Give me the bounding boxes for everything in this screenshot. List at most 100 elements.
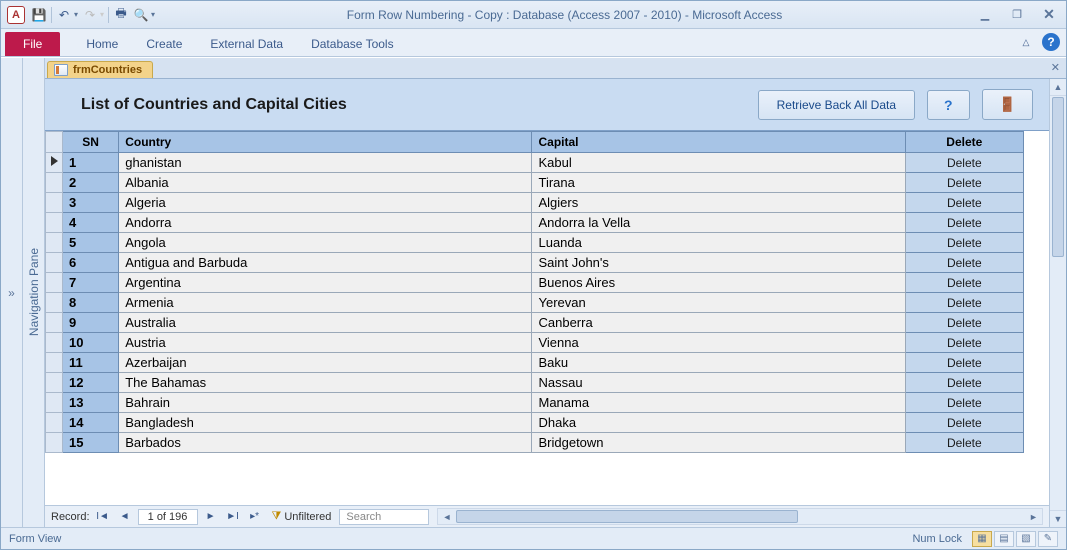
print-preview-icon[interactable]: 🔍 bbox=[133, 7, 149, 23]
record-selector[interactable] bbox=[46, 333, 63, 353]
layout-view-icon[interactable]: ▧ bbox=[1016, 531, 1036, 547]
table-row[interactable]: 14BangladeshDhakaDelete bbox=[46, 413, 1024, 433]
search-input[interactable]: Search bbox=[339, 509, 429, 525]
design-view-icon[interactable]: ✎ bbox=[1038, 531, 1058, 547]
delete-button[interactable]: Delete bbox=[905, 173, 1023, 193]
cell-country[interactable]: Algeria bbox=[119, 193, 532, 213]
filter-indicator[interactable]: ⧩Unfiltered bbox=[272, 510, 332, 523]
cell-capital[interactable]: Canberra bbox=[532, 313, 905, 333]
tab-home[interactable]: Home bbox=[72, 32, 132, 56]
cell-capital[interactable]: Luanda bbox=[532, 233, 905, 253]
navigation-pane[interactable]: Navigation Pane bbox=[23, 58, 45, 527]
cell-country[interactable]: Bahrain bbox=[119, 393, 532, 413]
delete-button[interactable]: Delete bbox=[905, 293, 1023, 313]
nav-pane-toggle[interactable]: » bbox=[1, 58, 23, 527]
print-icon[interactable]: 🖶 bbox=[113, 7, 129, 23]
object-tab-frmcountries[interactable]: frmCountries bbox=[47, 61, 153, 78]
delete-button[interactable]: Delete bbox=[905, 253, 1023, 273]
delete-button[interactable]: Delete bbox=[905, 193, 1023, 213]
form-view-icon[interactable]: ▦ bbox=[972, 531, 992, 547]
delete-button[interactable]: Delete bbox=[905, 153, 1023, 173]
save-icon[interactable]: 💾 bbox=[31, 7, 47, 23]
cell-capital[interactable]: Nassau bbox=[532, 373, 905, 393]
undo-dropdown-icon[interactable]: ▾ bbox=[74, 10, 78, 19]
scroll-thumb[interactable] bbox=[1052, 97, 1064, 257]
cell-country[interactable]: Barbados bbox=[119, 433, 532, 453]
cell-capital[interactable]: Saint John's bbox=[532, 253, 905, 273]
record-selector[interactable] bbox=[46, 433, 63, 453]
cell-country[interactable]: Austria bbox=[119, 333, 532, 353]
nav-first-icon[interactable]: I◄ bbox=[94, 509, 112, 525]
cell-capital[interactable]: Bridgetown bbox=[532, 433, 905, 453]
table-row[interactable]: 6Antigua and BarbudaSaint John'sDelete bbox=[46, 253, 1024, 273]
record-selector[interactable] bbox=[46, 193, 63, 213]
table-row[interactable]: 9AustraliaCanberraDelete bbox=[46, 313, 1024, 333]
column-header-country[interactable]: Country bbox=[119, 132, 532, 153]
tab-database-tools[interactable]: Database Tools bbox=[297, 32, 408, 56]
delete-button[interactable]: Delete bbox=[905, 413, 1023, 433]
cell-capital[interactable]: Baku bbox=[532, 353, 905, 373]
cell-country[interactable]: Antigua and Barbuda bbox=[119, 253, 532, 273]
record-selector[interactable] bbox=[46, 373, 63, 393]
cell-capital[interactable]: Kabul bbox=[532, 153, 905, 173]
delete-button[interactable]: Delete bbox=[905, 353, 1023, 373]
column-header-sn[interactable]: SN bbox=[63, 132, 119, 153]
delete-button[interactable]: Delete bbox=[905, 373, 1023, 393]
record-selector[interactable] bbox=[46, 233, 63, 253]
cell-capital[interactable]: Buenos Aires bbox=[532, 273, 905, 293]
ribbon-minimize-icon[interactable]: △ bbox=[1018, 34, 1034, 50]
cell-capital[interactable]: Algiers bbox=[532, 193, 905, 213]
restore-button[interactable]: ❐ bbox=[1006, 8, 1028, 22]
nav-next-icon[interactable]: ► bbox=[202, 509, 220, 525]
help-icon[interactable]: ? bbox=[1042, 33, 1060, 51]
cell-country[interactable]: Bangladesh bbox=[119, 413, 532, 433]
retrieve-all-button[interactable]: Retrieve Back All Data bbox=[758, 90, 915, 120]
minimize-button[interactable]: ▁ bbox=[974, 8, 996, 22]
tab-external-data[interactable]: External Data bbox=[196, 32, 297, 56]
close-form-button[interactable]: 🚪 bbox=[982, 89, 1033, 120]
vertical-scrollbar[interactable]: ▲ ▼ bbox=[1049, 79, 1066, 527]
record-position[interactable]: 1 of 196 bbox=[138, 509, 198, 525]
table-row[interactable]: 15BarbadosBridgetownDelete bbox=[46, 433, 1024, 453]
cell-capital[interactable]: Manama bbox=[532, 393, 905, 413]
record-selector[interactable] bbox=[46, 253, 63, 273]
record-selector[interactable] bbox=[46, 413, 63, 433]
record-selector[interactable] bbox=[46, 173, 63, 193]
cell-country[interactable]: Australia bbox=[119, 313, 532, 333]
delete-button[interactable]: Delete bbox=[905, 233, 1023, 253]
cell-country[interactable]: Azerbaijan bbox=[119, 353, 532, 373]
table-row[interactable]: 11AzerbaijanBakuDelete bbox=[46, 353, 1024, 373]
nav-prev-icon[interactable]: ◄ bbox=[116, 509, 134, 525]
datasheet-view-icon[interactable]: ▤ bbox=[994, 531, 1014, 547]
table-row[interactable]: 10AustriaViennaDelete bbox=[46, 333, 1024, 353]
cell-capital[interactable]: Vienna bbox=[532, 333, 905, 353]
scroll-thumb[interactable] bbox=[456, 510, 798, 523]
table-row[interactable]: 8ArmeniaYerevanDelete bbox=[46, 293, 1024, 313]
cell-country[interactable]: ghanistan bbox=[119, 153, 532, 173]
help-button[interactable]: ? bbox=[927, 90, 970, 120]
delete-button[interactable]: Delete bbox=[905, 333, 1023, 353]
close-button[interactable]: ✕ bbox=[1038, 8, 1060, 22]
cell-country[interactable]: Angola bbox=[119, 233, 532, 253]
table-row[interactable]: 12The BahamasNassauDelete bbox=[46, 373, 1024, 393]
cell-capital[interactable]: Yerevan bbox=[532, 293, 905, 313]
scroll-left-icon[interactable]: ◄ bbox=[438, 512, 455, 522]
table-row[interactable]: 5AngolaLuandaDelete bbox=[46, 233, 1024, 253]
cell-country[interactable]: Albania bbox=[119, 173, 532, 193]
column-header-capital[interactable]: Capital bbox=[532, 132, 905, 153]
tab-create[interactable]: Create bbox=[132, 32, 196, 56]
scroll-right-icon[interactable]: ► bbox=[1025, 512, 1042, 522]
record-selector[interactable] bbox=[46, 153, 63, 173]
cell-capital[interactable]: Andorra la Vella bbox=[532, 213, 905, 233]
delete-button[interactable]: Delete bbox=[905, 393, 1023, 413]
cell-capital[interactable]: Tirana bbox=[532, 173, 905, 193]
cell-capital[interactable]: Dhaka bbox=[532, 413, 905, 433]
table-row[interactable]: 7ArgentinaBuenos AiresDelete bbox=[46, 273, 1024, 293]
table-row[interactable]: 3AlgeriaAlgiersDelete bbox=[46, 193, 1024, 213]
record-selector[interactable] bbox=[46, 293, 63, 313]
table-row[interactable]: 1ghanistanKabulDelete bbox=[46, 153, 1024, 173]
table-row[interactable]: 4AndorraAndorra la VellaDelete bbox=[46, 213, 1024, 233]
record-selector[interactable] bbox=[46, 313, 63, 333]
cell-country[interactable]: Armenia bbox=[119, 293, 532, 313]
nav-last-icon[interactable]: ►I bbox=[224, 509, 242, 525]
